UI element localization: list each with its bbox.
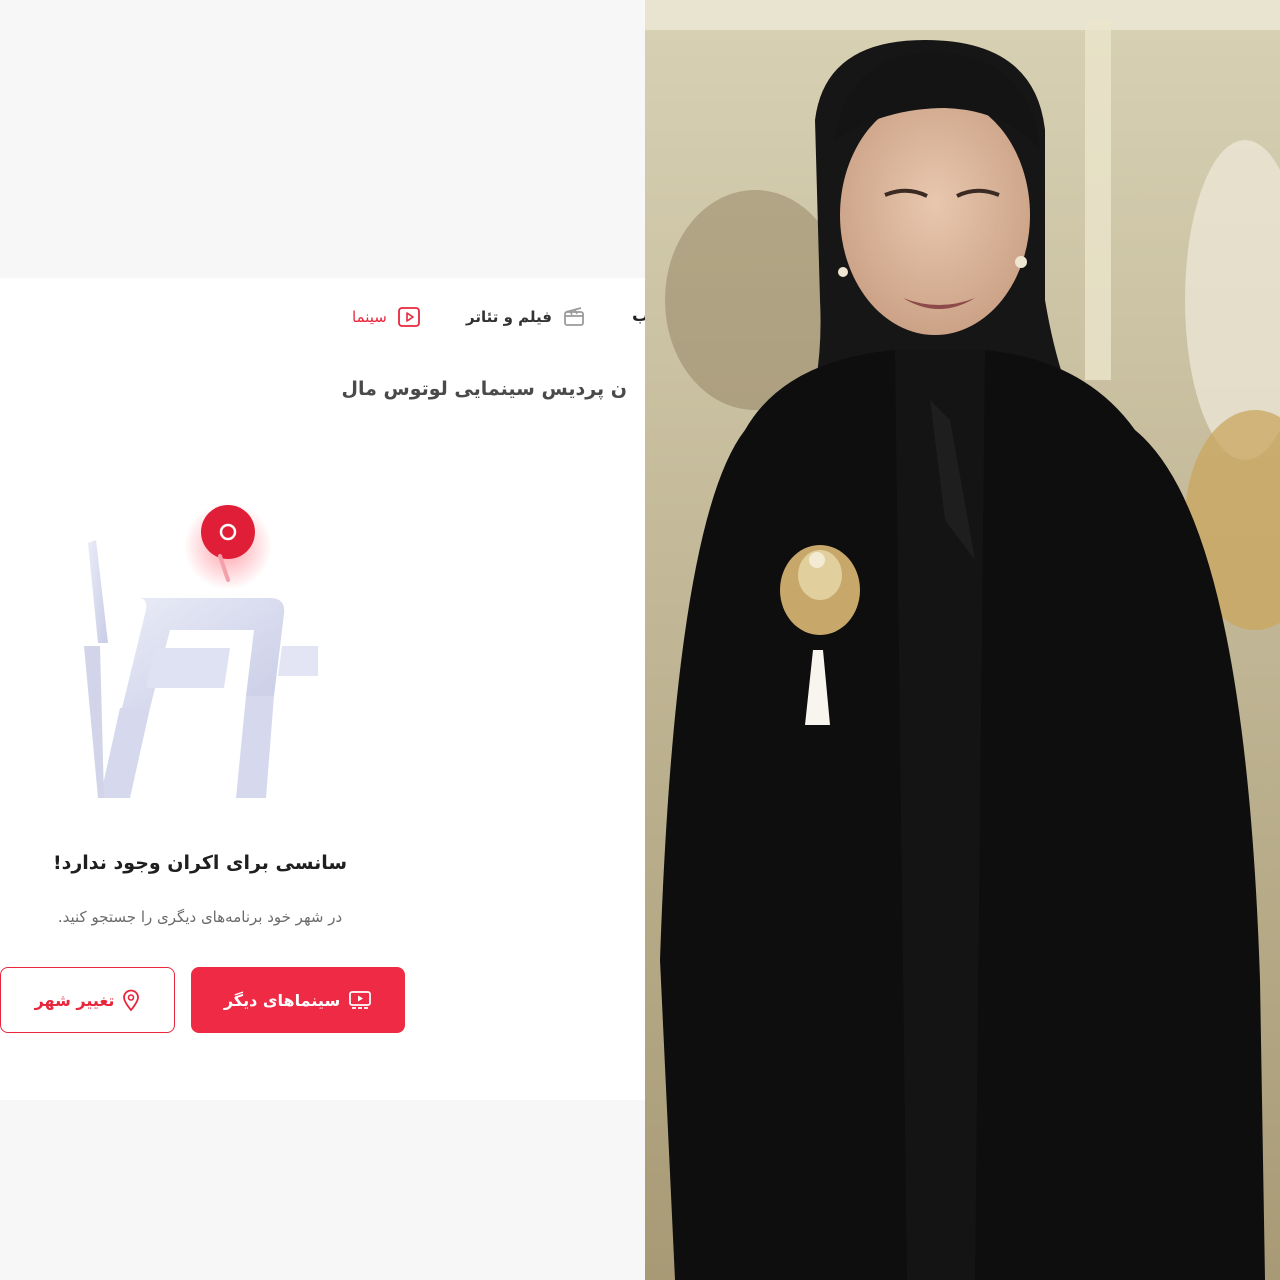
empty-seat-illustration: [60, 498, 340, 798]
app-screenshot: ب فیلم و تئاتر سینما ن پردیس سینمایی لوت…: [0, 278, 645, 1100]
nav-item-film-theater[interactable]: فیلم و تئاتر: [466, 306, 586, 328]
nav-item-cinema-label: سینما: [352, 308, 387, 326]
other-cinemas-button[interactable]: سینماهای دیگر: [191, 967, 405, 1033]
other-cinemas-label: سینماهای دیگر: [223, 990, 341, 1010]
portrait-photo: [645, 0, 1280, 1280]
empty-state-title: سانسی برای اکران وجود ندارد!: [52, 852, 348, 874]
blank-area-bottom: [0, 1100, 645, 1280]
nav-item-cut-label: ب: [632, 306, 645, 326]
play-square-icon: [397, 306, 421, 328]
change-city-label: تغییر شهر: [34, 990, 115, 1010]
change-city-button[interactable]: تغییر شهر: [0, 967, 175, 1033]
map-pin-icon: [122, 989, 140, 1011]
nav-item-film-theater-label: فیلم و تئاتر: [466, 308, 552, 326]
venue-title: ن پردیس سینمایی لوتوس مال: [341, 378, 628, 400]
clapperboard-icon: [562, 306, 586, 328]
top-nav: ب فیلم و تئاتر سینما: [0, 302, 645, 342]
blank-area-top: [0, 0, 645, 278]
nav-item-cut[interactable]: ب: [632, 306, 645, 326]
cinema-screen-icon: [348, 990, 372, 1010]
empty-state-subtitle: در شهر خود برنامه‌های دیگری را جستجو کنی…: [57, 908, 343, 926]
nav-item-cinema[interactable]: سینما: [352, 306, 421, 328]
